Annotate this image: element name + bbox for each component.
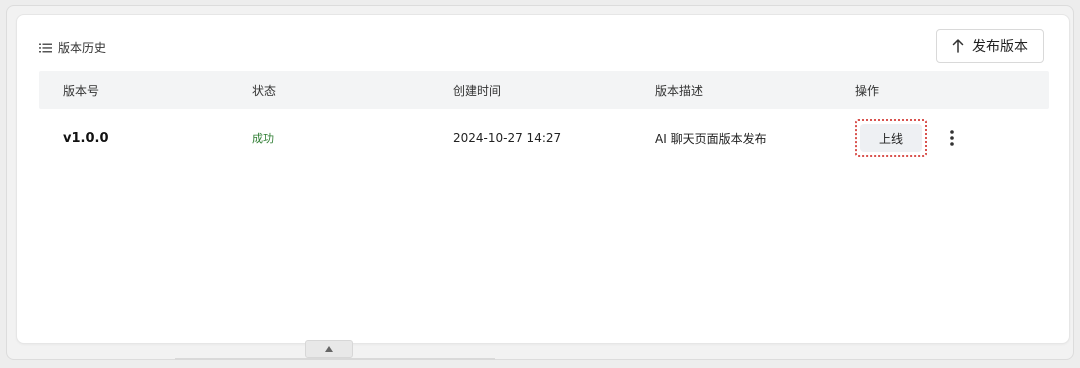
table-header: 版本号 状态 创建时间 版本描述 操作: [39, 71, 1049, 109]
version-description: AI 聊天页面版本发布: [655, 131, 767, 146]
column-header-description: 版本描述: [655, 83, 704, 98]
status-badge: 成功: [252, 132, 274, 145]
version-table: 版本号 状态 创建时间 版本描述 操作 v1.0.0 成功 2024-10-27…: [39, 71, 1049, 167]
arrow-up-icon: [952, 39, 964, 53]
version-number: v1.0.0: [63, 130, 109, 146]
panel-header: 版本历史: [39, 39, 106, 56]
created-time: 2024-10-27 14:27: [453, 131, 562, 145]
version-history-panel: 版本历史 发布版本 版本号 状态 创建时间 版本描述 操作 v1.0.0 成功 …: [16, 14, 1070, 344]
vertical-ellipsis-icon[interactable]: [949, 129, 955, 147]
row-actions: 上线: [831, 119, 1049, 157]
column-header-version: 版本号: [63, 83, 100, 98]
list-icon: [39, 43, 52, 52]
column-header-actions: 操作: [855, 83, 880, 98]
table-row: v1.0.0 成功 2024-10-27 14:27 AI 聊天页面版本发布 上…: [39, 109, 1049, 167]
column-header-created-time: 创建时间: [453, 83, 502, 98]
scrollbar-track: [175, 358, 495, 360]
actions-group: 上线: [855, 119, 1049, 157]
publish-version-button[interactable]: 发布版本: [936, 29, 1044, 63]
panel-title: 版本历史: [58, 41, 107, 55]
online-button-focus-outline: 上线: [855, 119, 927, 157]
chevron-up-icon: [325, 346, 333, 352]
column-header-status: 状态: [252, 83, 277, 98]
publish-version-label: 发布版本: [972, 38, 1028, 54]
scroll-up-handle[interactable]: [305, 340, 353, 358]
online-button[interactable]: 上线: [860, 124, 922, 152]
